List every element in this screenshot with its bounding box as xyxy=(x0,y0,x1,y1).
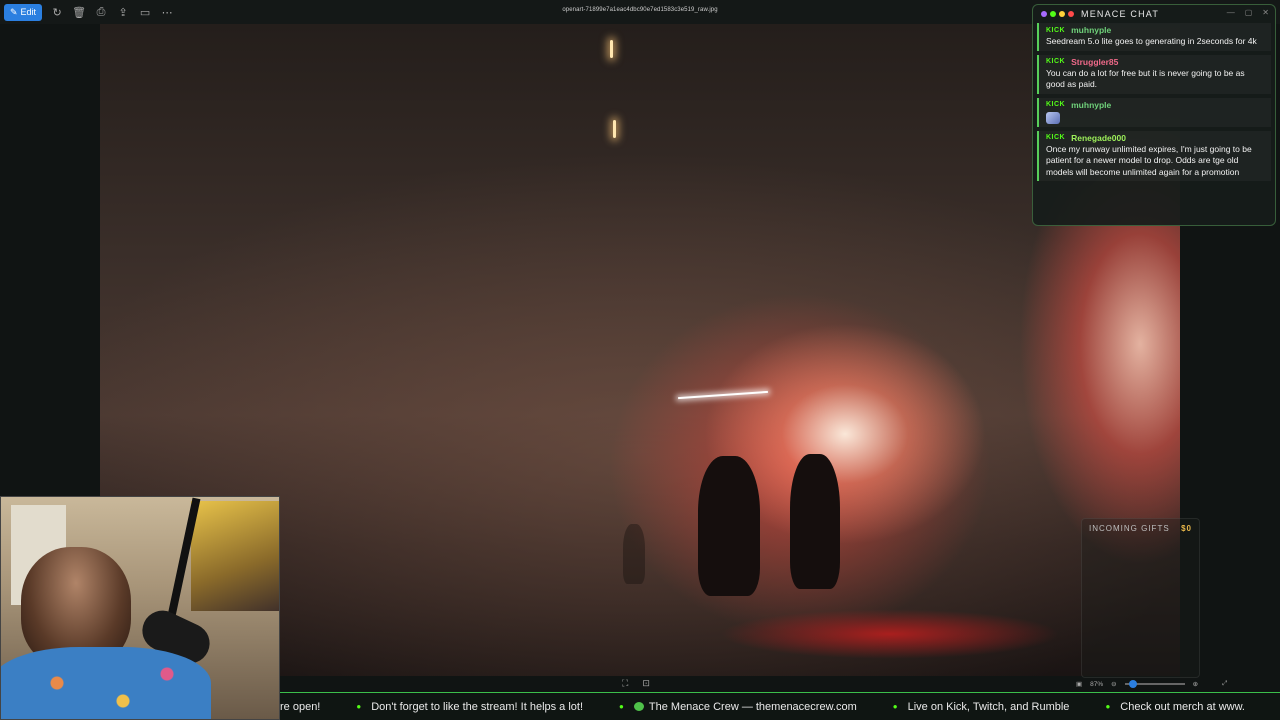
window-controls: — ▢ ✕ xyxy=(1227,8,1269,17)
chat-title: MENACE CHAT xyxy=(1081,9,1160,19)
soldier-figure xyxy=(698,456,760,596)
status-dot xyxy=(1059,11,1065,17)
platform-badge: KICK xyxy=(1046,58,1066,65)
status-dot xyxy=(1050,11,1056,17)
webcam-feed xyxy=(0,496,280,720)
ticker-item: Check out merch at www. xyxy=(1120,700,1245,713)
blood-splatter xyxy=(720,609,1060,659)
stream-layout: ✎ Edit ↻ 🗑 ⎙ ⇪ ▭ ⋯ openart-71899e7a1eac4… xyxy=(0,0,1280,720)
chat-text: Seedream 5.o lite goes to generating in … xyxy=(1046,36,1257,46)
delete-icon[interactable]: 🗑 xyxy=(68,1,90,23)
zoom-slider[interactable] xyxy=(1124,680,1185,688)
rotate-icon[interactable]: ↻ xyxy=(46,1,68,23)
fullscreen-icon[interactable]: ⤢ xyxy=(1222,680,1227,688)
zoom-level[interactable]: 87% xyxy=(1090,681,1103,688)
status-dot xyxy=(1068,11,1074,17)
slideshow-icon[interactable]: ▭ xyxy=(134,1,156,23)
share-icon[interactable]: ⇪ xyxy=(112,1,134,23)
ticker-separator-icon: ● xyxy=(356,702,362,711)
streamer-shirt xyxy=(1,647,211,719)
chat-message: KICK muhnyple Seedream 5.o lite goes to … xyxy=(1037,23,1271,51)
fit-icon[interactable]: ▣ xyxy=(1076,680,1082,688)
chat-text: Once my runway unlimited expires, I'm ju… xyxy=(1046,143,1252,177)
ticker-separator-icon: ● xyxy=(892,702,898,711)
gifts-title: INCOMING GIFTS xyxy=(1089,524,1170,533)
chat-username: Renegade000 xyxy=(1071,132,1126,143)
status-dot xyxy=(1041,11,1047,17)
zoom-bar: ▣ 87% ⊖ ⊕ ⤢ xyxy=(1070,676,1280,692)
print-icon[interactable]: ⎙ xyxy=(90,1,112,23)
viewer-controls: ⛶ ⊡ xyxy=(622,678,650,689)
fit-screen-icon[interactable]: ⛶ xyxy=(622,678,628,689)
emote-icon xyxy=(1046,111,1060,124)
close-icon[interactable]: ✕ xyxy=(1262,8,1269,17)
chat-username: muhnyple xyxy=(1071,25,1112,35)
chat-username: Struggler85 xyxy=(1071,56,1119,67)
ceiling-lamp xyxy=(610,40,613,58)
gifts-amount: $0 xyxy=(1181,524,1192,533)
zoom-out-icon[interactable]: ⊖ xyxy=(1111,680,1116,688)
chat-text: You can do a lot for free but it is neve… xyxy=(1046,67,1245,90)
ceiling-lamp xyxy=(613,120,616,138)
chat-message: KICK Renegade000 Once my runway unlimite… xyxy=(1037,130,1271,181)
soldier-figure xyxy=(623,524,645,584)
chat-username: muhnyple xyxy=(1071,99,1112,110)
edit-icon: ✎ xyxy=(10,6,18,17)
light-beam xyxy=(678,390,768,400)
platform-badge: KICK xyxy=(1046,101,1066,108)
minimize-icon[interactable]: — xyxy=(1227,8,1235,17)
zoom-in-icon[interactable]: ⊕ xyxy=(1193,680,1198,688)
more-icon[interactable]: ⋯ xyxy=(156,1,178,23)
news-ticker: re open! ● Don't forget to like the stre… xyxy=(280,692,1280,720)
chat-message: KICK muhnyple xyxy=(1037,97,1271,127)
ticker-separator-icon: ● xyxy=(1105,702,1111,711)
chat-message: KICK Struggler85 You can do a lot for fr… xyxy=(1037,54,1271,94)
frog-icon xyxy=(633,702,644,711)
background-poster xyxy=(191,501,279,611)
ticker-item: re open! xyxy=(280,700,321,713)
ticker-separator-icon: ● xyxy=(619,702,624,711)
platform-badge: KICK xyxy=(1046,134,1066,141)
incoming-gifts-panel: INCOMING GIFTS $0 xyxy=(1081,518,1200,678)
chat-header: MENACE CHAT — ▢ ✕ xyxy=(1033,5,1275,23)
platform-badge: KICK xyxy=(1046,26,1066,34)
edit-label: Edit xyxy=(20,7,37,17)
chat-overlay: MENACE CHAT — ▢ ✕ KICK muhnyple Seedream… xyxy=(1032,4,1276,226)
zoom-slider-thumb[interactable] xyxy=(1128,680,1137,688)
actual-size-icon[interactable]: ⊡ xyxy=(642,678,650,689)
ticker-item: Live on Kick, Twitch, and Rumble xyxy=(907,700,1070,713)
ticker-item: Don't forget to like the stream! It help… xyxy=(371,700,584,713)
soldier-figure xyxy=(790,454,840,589)
edit-button[interactable]: ✎ Edit xyxy=(4,3,43,21)
maximize-icon[interactable]: ▢ xyxy=(1245,8,1253,17)
ticker-item: The Menace Crew — themenacecrew.com xyxy=(648,700,857,713)
